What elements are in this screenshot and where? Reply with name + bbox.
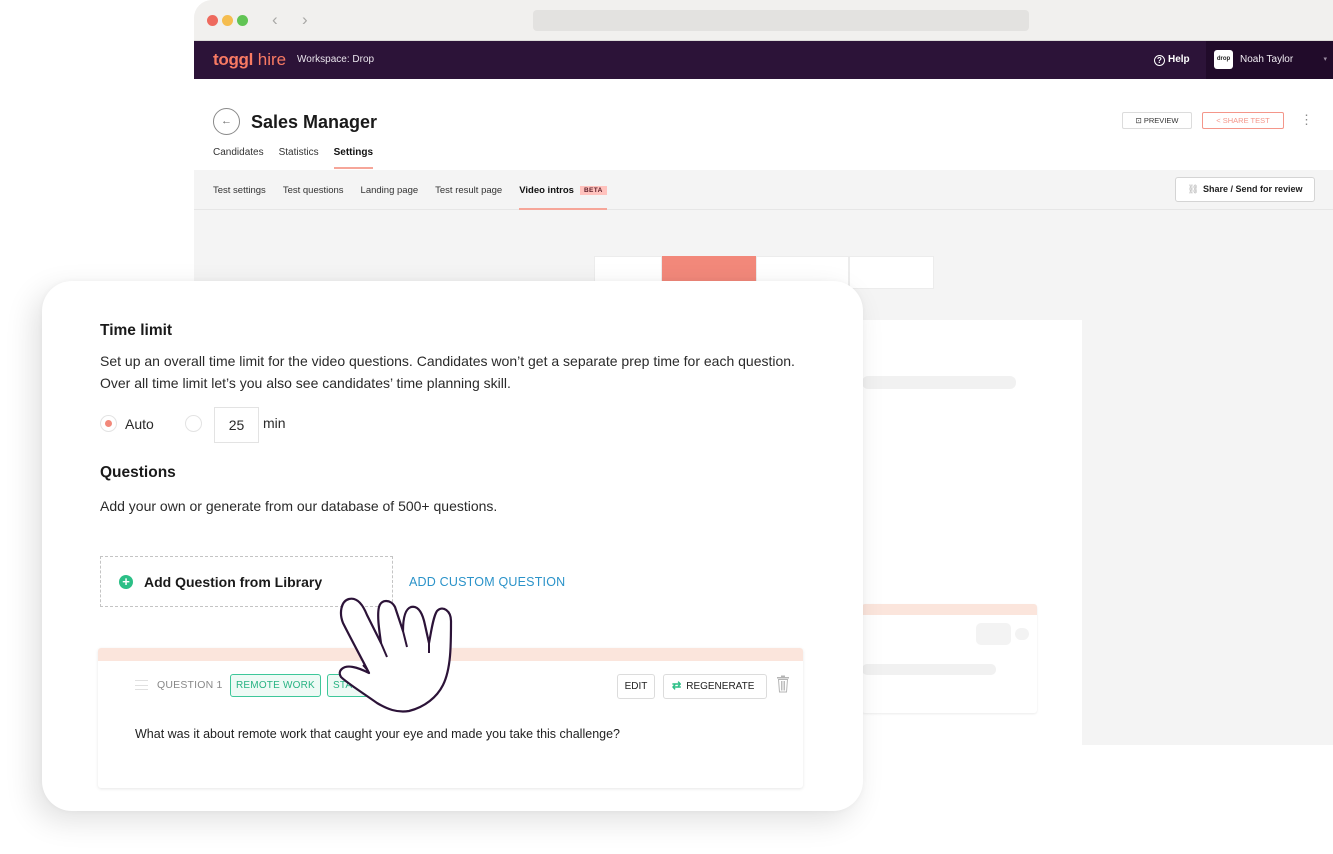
preview-icon: ⊡ — [1135, 116, 1142, 125]
more-options-icon[interactable]: ⋮ — [1300, 112, 1313, 128]
share-icon: < — [1216, 116, 1221, 125]
main-tabs: Candidates Statistics Settings — [213, 147, 374, 169]
subtab-video-intros[interactable]: Video intros BETA — [519, 185, 607, 210]
preview-button[interactable]: ⊡ PREVIEW — [1122, 112, 1192, 129]
share-test-label: SHARE TEST — [1222, 116, 1270, 125]
logo-light: hire — [257, 50, 287, 69]
time-limit-title: Time limit — [100, 322, 173, 339]
help-button[interactable]: ? Help — [1154, 54, 1190, 66]
minutes-input[interactable] — [214, 407, 259, 443]
regenerate-icon: ⇄ — [672, 680, 682, 692]
toggl-hire-logo[interactable]: toggl hire — [213, 50, 286, 70]
browser-chrome: ‹ › — [194, 0, 1333, 41]
tab-statistics[interactable]: Statistics — [279, 147, 319, 169]
logo-bold: toggl — [213, 50, 254, 69]
tab-settings[interactable]: Settings — [333, 147, 374, 169]
hand-cursor-icon — [338, 597, 453, 713]
window-close-button[interactable] — [207, 15, 218, 26]
page-title: Sales Manager — [251, 112, 378, 132]
trash-icon[interactable] — [776, 675, 790, 693]
ghost-question-card — [862, 604, 1037, 713]
regenerate-label: REGENERATE — [686, 681, 755, 692]
subtab-test-result-page[interactable]: Test result page — [435, 185, 502, 210]
subtab-test-settings[interactable]: Test settings — [213, 185, 266, 210]
tab-candidates[interactable]: Candidates — [213, 147, 264, 169]
back-button[interactable]: ← — [213, 108, 240, 135]
settings-subtabs: Test settings Test questions Landing pag… — [213, 185, 607, 210]
drag-handle-icon[interactable] — [135, 680, 148, 690]
questions-description: Add your own or generate from our databa… — [100, 498, 498, 514]
questions-title: Questions — [100, 464, 176, 481]
add-question-from-library-label: Add Question from Library — [144, 573, 323, 590]
preview-label: PREVIEW — [1143, 116, 1179, 125]
tag-remote-work: REMOTE WORK — [230, 674, 321, 697]
minutes-unit-label: min — [263, 415, 286, 431]
radio-auto-label: Auto — [125, 416, 154, 432]
question-text: What was it about remote work that caugh… — [135, 727, 620, 741]
ghost-card-text — [862, 664, 996, 675]
subtab-test-questions[interactable]: Test questions — [283, 185, 344, 210]
beta-badge: BETA — [579, 186, 607, 195]
app-topbar: toggl hire Workspace: Drop ? Help drop No… — [194, 41, 1333, 79]
ghost-placeholder-bar — [862, 376, 1016, 389]
plus-circle-icon: + — [119, 574, 133, 589]
settings-subtabs-bar: Test settings Test questions Landing pag… — [194, 170, 1333, 210]
share-send-review-label: Share / Send for review — [1202, 184, 1303, 194]
ghost-card-button — [976, 623, 1011, 645]
chevron-down-icon: ▾ — [1323, 56, 1327, 63]
browser-back-icon[interactable]: ‹ — [272, 10, 278, 30]
subtab-video-intros-label: Video intros — [519, 185, 574, 196]
time-limit-description: Set up an overall time limit for the vid… — [100, 353, 795, 391]
window-maximize-button[interactable] — [237, 15, 248, 26]
radio-auto[interactable] — [100, 415, 117, 432]
video-intros-settings-card: Time limit Set up an overall time limit … — [42, 281, 863, 811]
share-send-review-button[interactable]: ⛓ Share / Send for review — [1175, 177, 1315, 202]
ghost-card-icon — [1015, 628, 1029, 640]
user-name: Noah Taylor — [1240, 54, 1294, 65]
share-test-button[interactable]: < SHARE TEST — [1202, 112, 1284, 129]
user-menu[interactable]: drop Noah Taylor ▾ — [1206, 41, 1333, 79]
link-icon: ⛓ — [1187, 184, 1199, 194]
regenerate-button[interactable]: ⇄ REGENERATE — [663, 674, 767, 699]
help-label: Help — [1168, 54, 1190, 65]
page-header: ← Sales Manager Candidates Statistics Se… — [194, 79, 1333, 170]
ghost-segment — [849, 256, 934, 289]
workspace-label[interactable]: Workspace: Drop — [297, 54, 374, 65]
browser-forward-icon[interactable]: › — [302, 10, 308, 30]
ghost-card-strip — [862, 604, 1037, 615]
question-number-label: QUESTION 1 — [157, 679, 223, 691]
workspace-avatar: drop — [1214, 50, 1233, 69]
address-bar[interactable] — [533, 10, 1029, 31]
help-icon: ? — [1154, 55, 1165, 66]
radio-custom-minutes[interactable] — [185, 415, 202, 432]
subtab-landing-page[interactable]: Landing page — [361, 185, 419, 210]
window-minimize-button[interactable] — [222, 15, 233, 26]
edit-button[interactable]: EDIT — [617, 674, 655, 699]
